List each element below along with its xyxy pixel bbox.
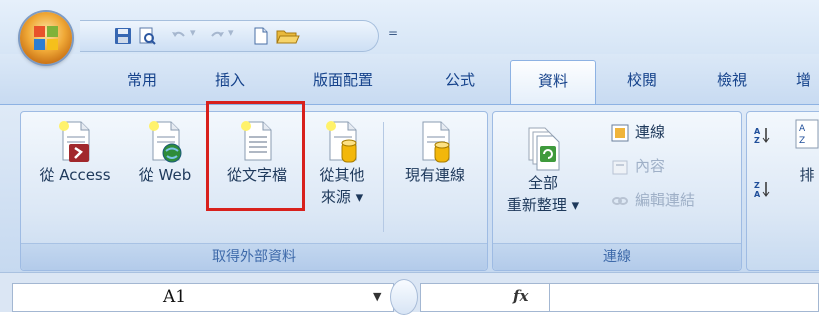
redo-dropdown-icon[interactable]: ▾ (228, 26, 234, 39)
svg-text:Z: Z (799, 136, 805, 146)
from-web-label: 從 Web (138, 166, 192, 184)
title-bar: ▾ ▾ = (0, 0, 819, 54)
undo-icon[interactable] (170, 27, 188, 45)
from-other-sources-label-line1: 從其他 (319, 166, 365, 184)
sort-dialog-icon: A Z (795, 119, 819, 149)
edit-links-label: 編輯連結 (635, 191, 696, 209)
edit-links-icon (612, 196, 628, 205)
connections-button[interactable]: 連線 (611, 120, 665, 144)
from-access-label: 從 Access (39, 166, 111, 184)
tab-home[interactable]: 常用 (112, 62, 172, 98)
group-label-connections: 連線 (493, 243, 741, 270)
sort-descending-button[interactable]: Z A (753, 176, 777, 200)
new-document-icon[interactable] (252, 27, 270, 45)
other-sources-icon (326, 121, 357, 163)
from-other-sources-label-line2: 來源 ▾ (320, 188, 364, 206)
customize-toolbar-icon[interactable]: = (388, 26, 398, 40)
formula-separator (549, 284, 550, 311)
formula-bar: A1 ▼ fx (0, 272, 819, 315)
redo-icon[interactable] (208, 27, 226, 45)
tab-insert[interactable]: 插入 (200, 62, 260, 98)
office-button[interactable] (20, 12, 72, 64)
tab-review[interactable]: 校閱 (612, 62, 672, 98)
svg-text:A: A (754, 190, 761, 198)
open-folder-icon[interactable] (276, 27, 300, 45)
connections-icon (611, 124, 629, 141)
group-label-external-data: 取得外部資料 (21, 243, 487, 270)
sort-label: 排 (799, 166, 815, 184)
svg-text:Z: Z (754, 181, 760, 190)
group-sort-filter: A Z Z A A Z 排 (746, 111, 819, 271)
tab-addins[interactable]: 增 (796, 62, 819, 98)
connections-label: 連線 (635, 123, 666, 141)
properties-icon (612, 160, 628, 174)
highlight-box (206, 101, 305, 211)
tab-data[interactable]: 資料 (510, 60, 596, 107)
formula-bar-splitter[interactable] (390, 279, 418, 315)
sort-ascending-icon: A Z (754, 127, 770, 144)
existing-connections-icon (422, 121, 450, 163)
sort-ascending-button[interactable]: A Z (753, 122, 777, 146)
refresh-all-label-line2: 重新整理 ▾ (506, 196, 580, 214)
print-preview-icon[interactable] (138, 27, 156, 45)
name-box-value: A1 (163, 287, 187, 307)
save-icon[interactable] (114, 27, 132, 45)
formula-input[interactable]: fx (420, 283, 819, 312)
tab-page-layout[interactable]: 版面配置 (298, 62, 388, 98)
existing-connections-button[interactable]: 現有連線 (385, 118, 485, 186)
refresh-all-icon (528, 127, 560, 171)
from-other-sources-button[interactable]: 從其他 來源 ▾ (307, 118, 377, 208)
from-access-button[interactable]: 從 Access (25, 118, 125, 186)
tab-view[interactable]: 檢視 (702, 62, 762, 98)
sort-button[interactable]: A Z 排 (787, 118, 819, 186)
group-divider (383, 122, 384, 232)
quick-access-toolbar: ▾ ▾ (80, 20, 379, 52)
from-web-button[interactable]: 從 Web (125, 118, 205, 186)
refresh-all-label-line1: 全部 (527, 174, 558, 192)
group-connections: 全部 重新整理 ▾ 連線 內容 編輯連結 連線 (492, 111, 742, 271)
access-database-icon (59, 121, 90, 162)
office-logo-icon (34, 26, 58, 50)
properties-button[interactable]: 內容 (611, 154, 665, 178)
properties-label: 內容 (635, 157, 666, 175)
name-box-dropdown-icon[interactable]: ▼ (373, 290, 381, 303)
insert-function-icon[interactable]: fx (513, 287, 528, 305)
svg-text:A: A (799, 124, 806, 134)
sort-descending-icon: Z A (754, 181, 770, 198)
existing-connections-label: 現有連線 (404, 166, 465, 184)
ribbon-tab-bar: 常用 插入 版面配置 公式 資料 校閱 檢視 增 (0, 54, 819, 107)
svg-text:Z: Z (754, 136, 760, 144)
web-globe-icon (149, 121, 182, 163)
tab-formulas[interactable]: 公式 (430, 62, 490, 98)
edit-links-button[interactable]: 編輯連結 (611, 188, 695, 212)
ribbon-body: 從 Access 從 Web 從文字檔 從其他 來源 ▾ 現有連線 取得外部資料… (0, 104, 819, 273)
undo-dropdown-icon[interactable]: ▾ (190, 26, 196, 39)
svg-text:A: A (754, 127, 761, 136)
name-box[interactable]: A1 ▼ (12, 283, 394, 312)
refresh-all-button[interactable]: 全部 重新整理 ▾ (497, 126, 589, 216)
